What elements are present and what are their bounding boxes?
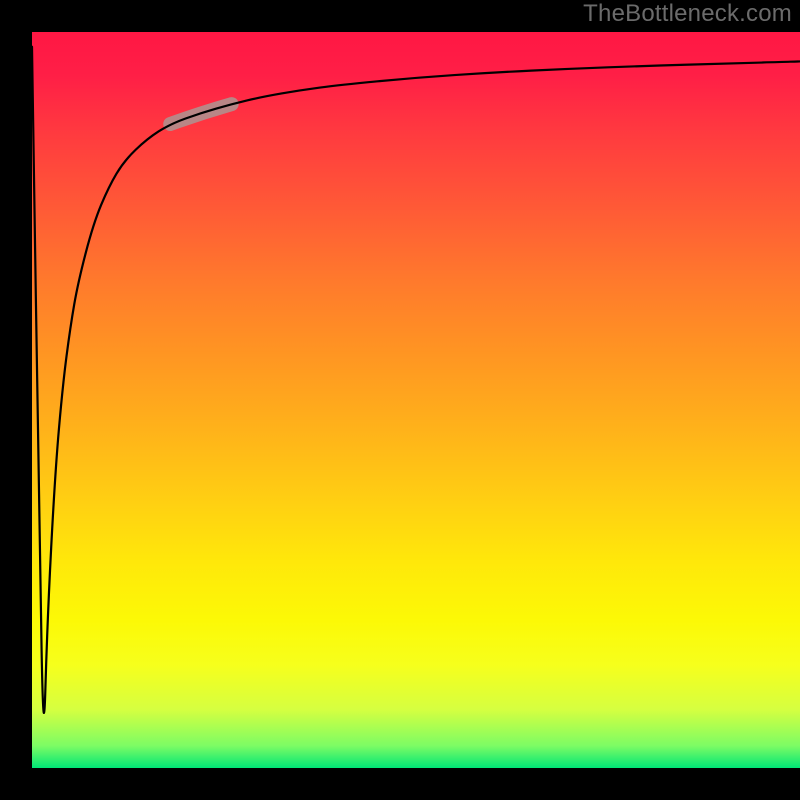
main-curve [32, 47, 800, 713]
attribution-text: TheBottleneck.com [583, 0, 792, 28]
plot-area [32, 32, 800, 768]
chart-svg [32, 32, 800, 768]
